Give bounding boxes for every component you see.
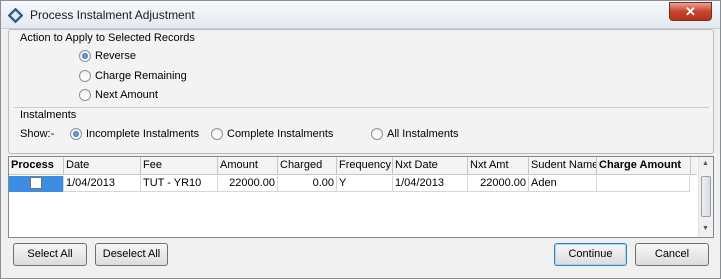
vertical-scrollbar[interactable]: ▲ ▼ [698,157,713,237]
cell-charge-amount[interactable] [597,176,690,192]
instalments-table: Process Date Fee Amount Charged Frequenc… [8,156,714,238]
cell-nxt-amt[interactable]: 22000.00 [468,176,529,192]
radio-label: Complete Instalments [227,128,334,140]
radio-complete-instalments[interactable]: Complete Instalments [211,128,333,140]
process-checkbox[interactable] [30,177,42,189]
column-header-charged[interactable]: Charged [278,157,337,175]
radio-charge-remaining[interactable]: Charge Remaining [79,70,187,82]
radio-dot [79,70,91,82]
options-panel: Action to Apply to Selected Records Reve… [8,29,714,154]
radio-label: Charge Remaining [95,70,187,82]
dialog-window: Process Instalment Adjustment ✕ Action t… [0,0,721,279]
group-divider [14,107,709,108]
scroll-up-icon[interactable]: ▲ [702,160,709,167]
column-header-frequency[interactable]: Frequency [337,157,393,175]
close-button[interactable]: ✕ [669,2,712,21]
radio-reverse[interactable]: Reverse [79,50,136,62]
cell-student-name[interactable]: Aden [529,176,597,192]
column-header-nxt-date[interactable]: Nxt Date [393,157,468,175]
table-header: Process Date Fee Amount Charged Frequenc… [9,157,697,175]
column-header-fee[interactable]: Fee [141,157,218,175]
cell-date[interactable]: 1/04/2013 [64,176,141,192]
scroll-thumb[interactable] [701,176,711,217]
cell-fee[interactable]: TUT - YR10 [141,176,218,192]
title-bar: Process Instalment Adjustment ✕ [1,1,720,29]
cell-nxt-date[interactable]: 1/04/2013 [393,176,468,192]
deselect-all-button[interactable]: Deselect All [95,243,168,266]
action-group-label: Action to Apply to Selected Records [20,32,195,44]
instalments-group-label: Instalments [20,109,77,121]
column-header-charge-amount[interactable]: Charge Amount [597,157,691,175]
column-header-amount[interactable]: Amount [218,157,278,175]
radio-all-instalments[interactable]: All Instalments [371,128,459,140]
radio-label: All Instalments [387,128,459,140]
radio-dot [211,128,223,140]
column-header-process[interactable]: Process [9,157,64,175]
select-all-button[interactable]: Select All [13,243,87,266]
cell-frequency[interactable]: Y [337,176,393,192]
radio-label: Next Amount [95,89,158,101]
column-header-student-name[interactable]: Sudent Name [529,157,597,175]
radio-label: Incomplete Instalments [86,128,200,140]
radio-dot [79,50,91,62]
cell-charged[interactable]: 0.00 [278,176,337,192]
radio-incomplete-instalments[interactable]: Incomplete Instalments [70,128,199,140]
scroll-down-icon[interactable]: ▼ [702,225,709,232]
radio-dot [79,89,91,101]
cell-amount[interactable]: 22000.00 [218,176,278,192]
radio-dot [70,128,82,140]
process-cell[interactable] [9,176,64,192]
radio-label: Reverse [95,50,136,62]
radio-dot [371,128,383,140]
radio-next-amount[interactable]: Next Amount [79,89,158,101]
window-title: Process Instalment Adjustment [30,8,195,22]
app-icon [8,8,23,23]
table-row[interactable]: 1/04/2013 TUT - YR10 22000.00 0.00 Y 1/0… [9,176,690,192]
column-header-nxt-amt[interactable]: Nxt Amt [468,157,529,175]
show-label: Show:- [20,128,55,140]
cancel-button[interactable]: Cancel [635,243,709,266]
column-header-date[interactable]: Date [64,157,141,175]
continue-button[interactable]: Continue [554,243,627,266]
